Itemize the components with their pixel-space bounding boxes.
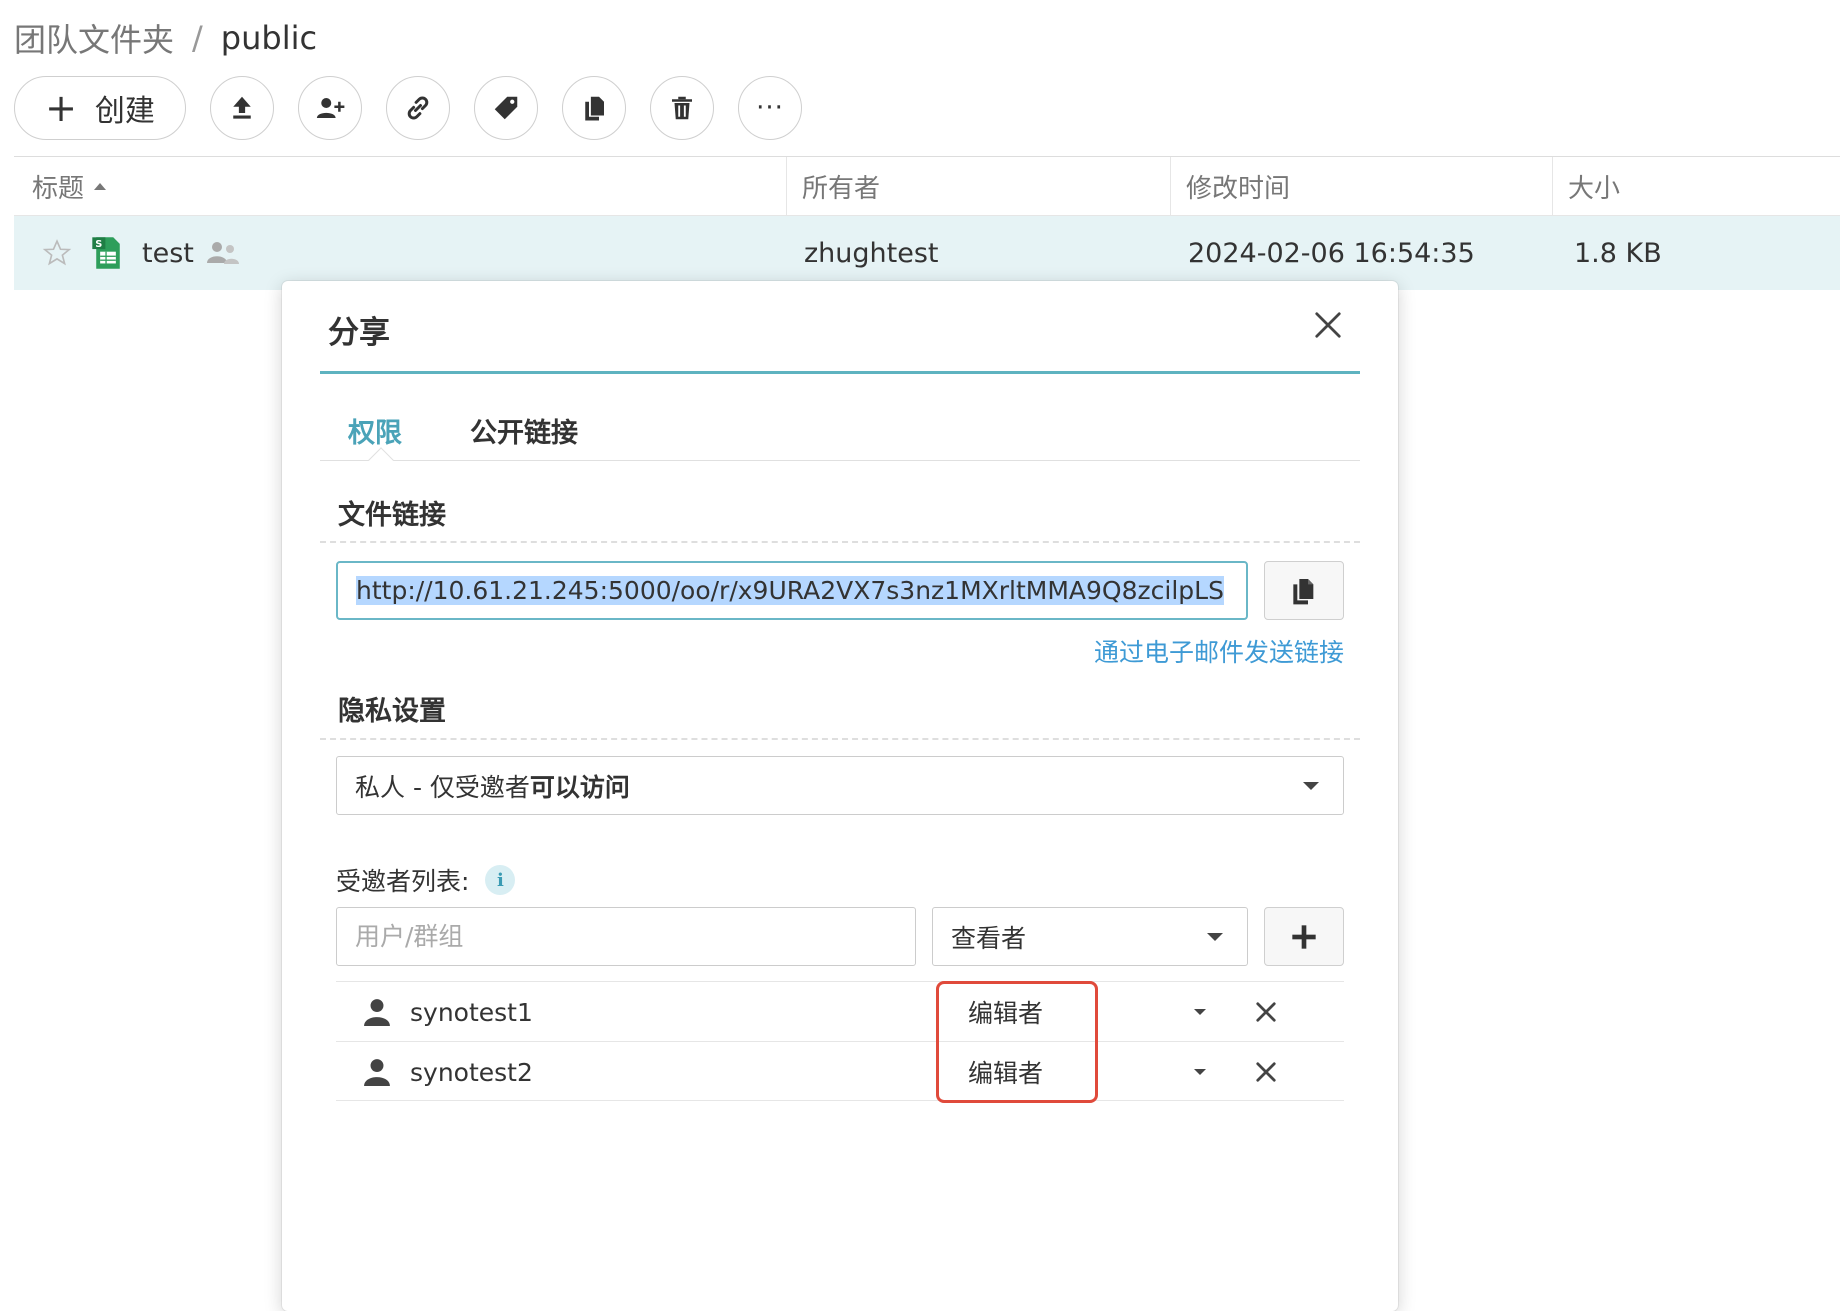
invitee-role-select[interactable]: 编辑者 bbox=[968, 1042, 1043, 1102]
plus-icon: + bbox=[45, 86, 77, 130]
file-name[interactable]: test bbox=[142, 216, 194, 290]
trash-icon bbox=[672, 96, 692, 120]
shared-users-icon bbox=[206, 216, 240, 290]
list-item: synotest2 编辑者 bbox=[336, 1041, 1344, 1101]
create-button[interactable]: + 创建 bbox=[14, 76, 186, 140]
invitee-name: synotest2 bbox=[410, 1057, 533, 1087]
section-divider bbox=[320, 738, 1360, 740]
close-icon bbox=[1256, 1002, 1276, 1022]
link-icon bbox=[407, 96, 429, 120]
share-dialog: 分享 权限 公开链接 文件链接 http://10.61.21.245:5000… bbox=[282, 281, 1398, 1311]
column-divider bbox=[1170, 157, 1171, 216]
dialog-title: 分享 bbox=[328, 315, 390, 351]
breadcrumb-current: public bbox=[220, 19, 318, 57]
add-invitee-button[interactable] bbox=[1264, 907, 1344, 966]
delete-button[interactable] bbox=[650, 76, 714, 140]
column-divider bbox=[1552, 157, 1553, 216]
invitee-list: synotest1 编辑者 synotest2 编辑者 bbox=[336, 981, 1344, 1101]
sort-ascending-icon bbox=[94, 183, 107, 190]
send-link-by-email-link[interactable]: 通过电子邮件发送链接 bbox=[1094, 633, 1344, 669]
file-owner: zhughtest bbox=[804, 237, 939, 269]
more-icon: ··· bbox=[756, 93, 784, 123]
privacy-section-title: 隐私设置 bbox=[338, 696, 446, 727]
file-modified-time: 2024-02-06 16:54:35 bbox=[1188, 237, 1475, 269]
breadcrumb: 团队文件夹 / public bbox=[14, 14, 317, 62]
add-user-button[interactable] bbox=[298, 76, 362, 140]
file-table: 标题 所有者 修改时间 大小 S test zhughtest 2024-02-… bbox=[14, 156, 1840, 290]
tag-icon bbox=[494, 96, 518, 120]
breadcrumb-separator: / bbox=[192, 19, 203, 57]
copy-button[interactable] bbox=[562, 76, 626, 140]
add-user-icon bbox=[316, 98, 345, 118]
invitee-list-label: 受邀者列表: i bbox=[336, 860, 516, 900]
file-link-input[interactable]: http://10.61.21.245:5000/oo/r/x9URA2VX7s… bbox=[336, 561, 1248, 620]
column-header-size[interactable]: 大小 bbox=[1568, 157, 1620, 216]
svg-text:S: S bbox=[95, 239, 102, 250]
upload-button[interactable] bbox=[210, 76, 274, 140]
more-button[interactable]: ··· bbox=[738, 76, 802, 140]
chevron-down-icon bbox=[1207, 933, 1223, 941]
plus-icon bbox=[1292, 924, 1316, 949]
copy-icon bbox=[585, 96, 604, 121]
table-header: 标题 所有者 修改时间 大小 bbox=[14, 156, 1840, 216]
remove-invitee-button[interactable] bbox=[1252, 998, 1280, 1026]
column-header-title[interactable]: 标题 bbox=[32, 157, 107, 216]
tag-button[interactable] bbox=[474, 76, 538, 140]
tab-permissions[interactable]: 权限 bbox=[348, 401, 402, 460]
default-role-value: 查看者 bbox=[951, 923, 1027, 953]
privacy-select[interactable]: 私人 - 仅受邀者 可以访问 bbox=[336, 756, 1344, 815]
list-item: synotest1 编辑者 bbox=[336, 981, 1344, 1041]
column-divider bbox=[786, 157, 787, 216]
file-link-section-title: 文件链接 bbox=[338, 500, 446, 531]
column-header-owner[interactable]: 所有者 bbox=[802, 157, 880, 216]
breadcrumb-root[interactable]: 团队文件夹 bbox=[14, 15, 174, 61]
favorite-star-icon[interactable] bbox=[42, 216, 72, 290]
table-row[interactable]: S test zhughtest 2024-02-06 16:54:35 1.8… bbox=[14, 216, 1840, 290]
share-link-button[interactable] bbox=[386, 76, 450, 140]
close-button[interactable] bbox=[1308, 305, 1348, 345]
user-icon bbox=[364, 1059, 390, 1086]
copy-link-button[interactable] bbox=[1264, 561, 1344, 620]
remove-invitee-button[interactable] bbox=[1252, 1058, 1280, 1086]
chevron-down-icon[interactable] bbox=[1194, 1009, 1206, 1015]
dialog-tabs: 权限 公开链接 bbox=[320, 401, 1360, 473]
create-label: 创建 bbox=[94, 94, 155, 129]
upload-icon bbox=[233, 96, 251, 119]
user-icon bbox=[364, 999, 390, 1026]
invitee-role-select[interactable]: 编辑者 bbox=[968, 982, 1043, 1042]
tab-public-link[interactable]: 公开链接 bbox=[470, 401, 578, 460]
info-icon[interactable]: i bbox=[485, 865, 516, 895]
column-header-modified[interactable]: 修改时间 bbox=[1186, 157, 1290, 216]
invitee-name: synotest1 bbox=[410, 997, 533, 1027]
chevron-down-icon[interactable] bbox=[1194, 1069, 1206, 1075]
section-divider bbox=[320, 541, 1360, 543]
copy-icon bbox=[1293, 578, 1314, 604]
file-size: 1.8 KB bbox=[1574, 237, 1662, 269]
default-role-select[interactable]: 查看者 bbox=[932, 907, 1248, 966]
privacy-bold-part: 可以访问 bbox=[529, 772, 630, 802]
file-link-url: http://10.61.21.245:5000/oo/r/x9URA2VX7s… bbox=[356, 576, 1224, 605]
close-icon bbox=[1256, 1062, 1276, 1082]
chevron-down-icon bbox=[1303, 782, 1319, 790]
dialog-title-underline bbox=[320, 371, 1360, 374]
spreadsheet-file-icon: S bbox=[92, 216, 124, 290]
close-icon bbox=[1315, 312, 1341, 338]
user-group-input[interactable] bbox=[336, 907, 916, 966]
privacy-prefix: 私人 - 仅受邀者 bbox=[355, 772, 530, 802]
